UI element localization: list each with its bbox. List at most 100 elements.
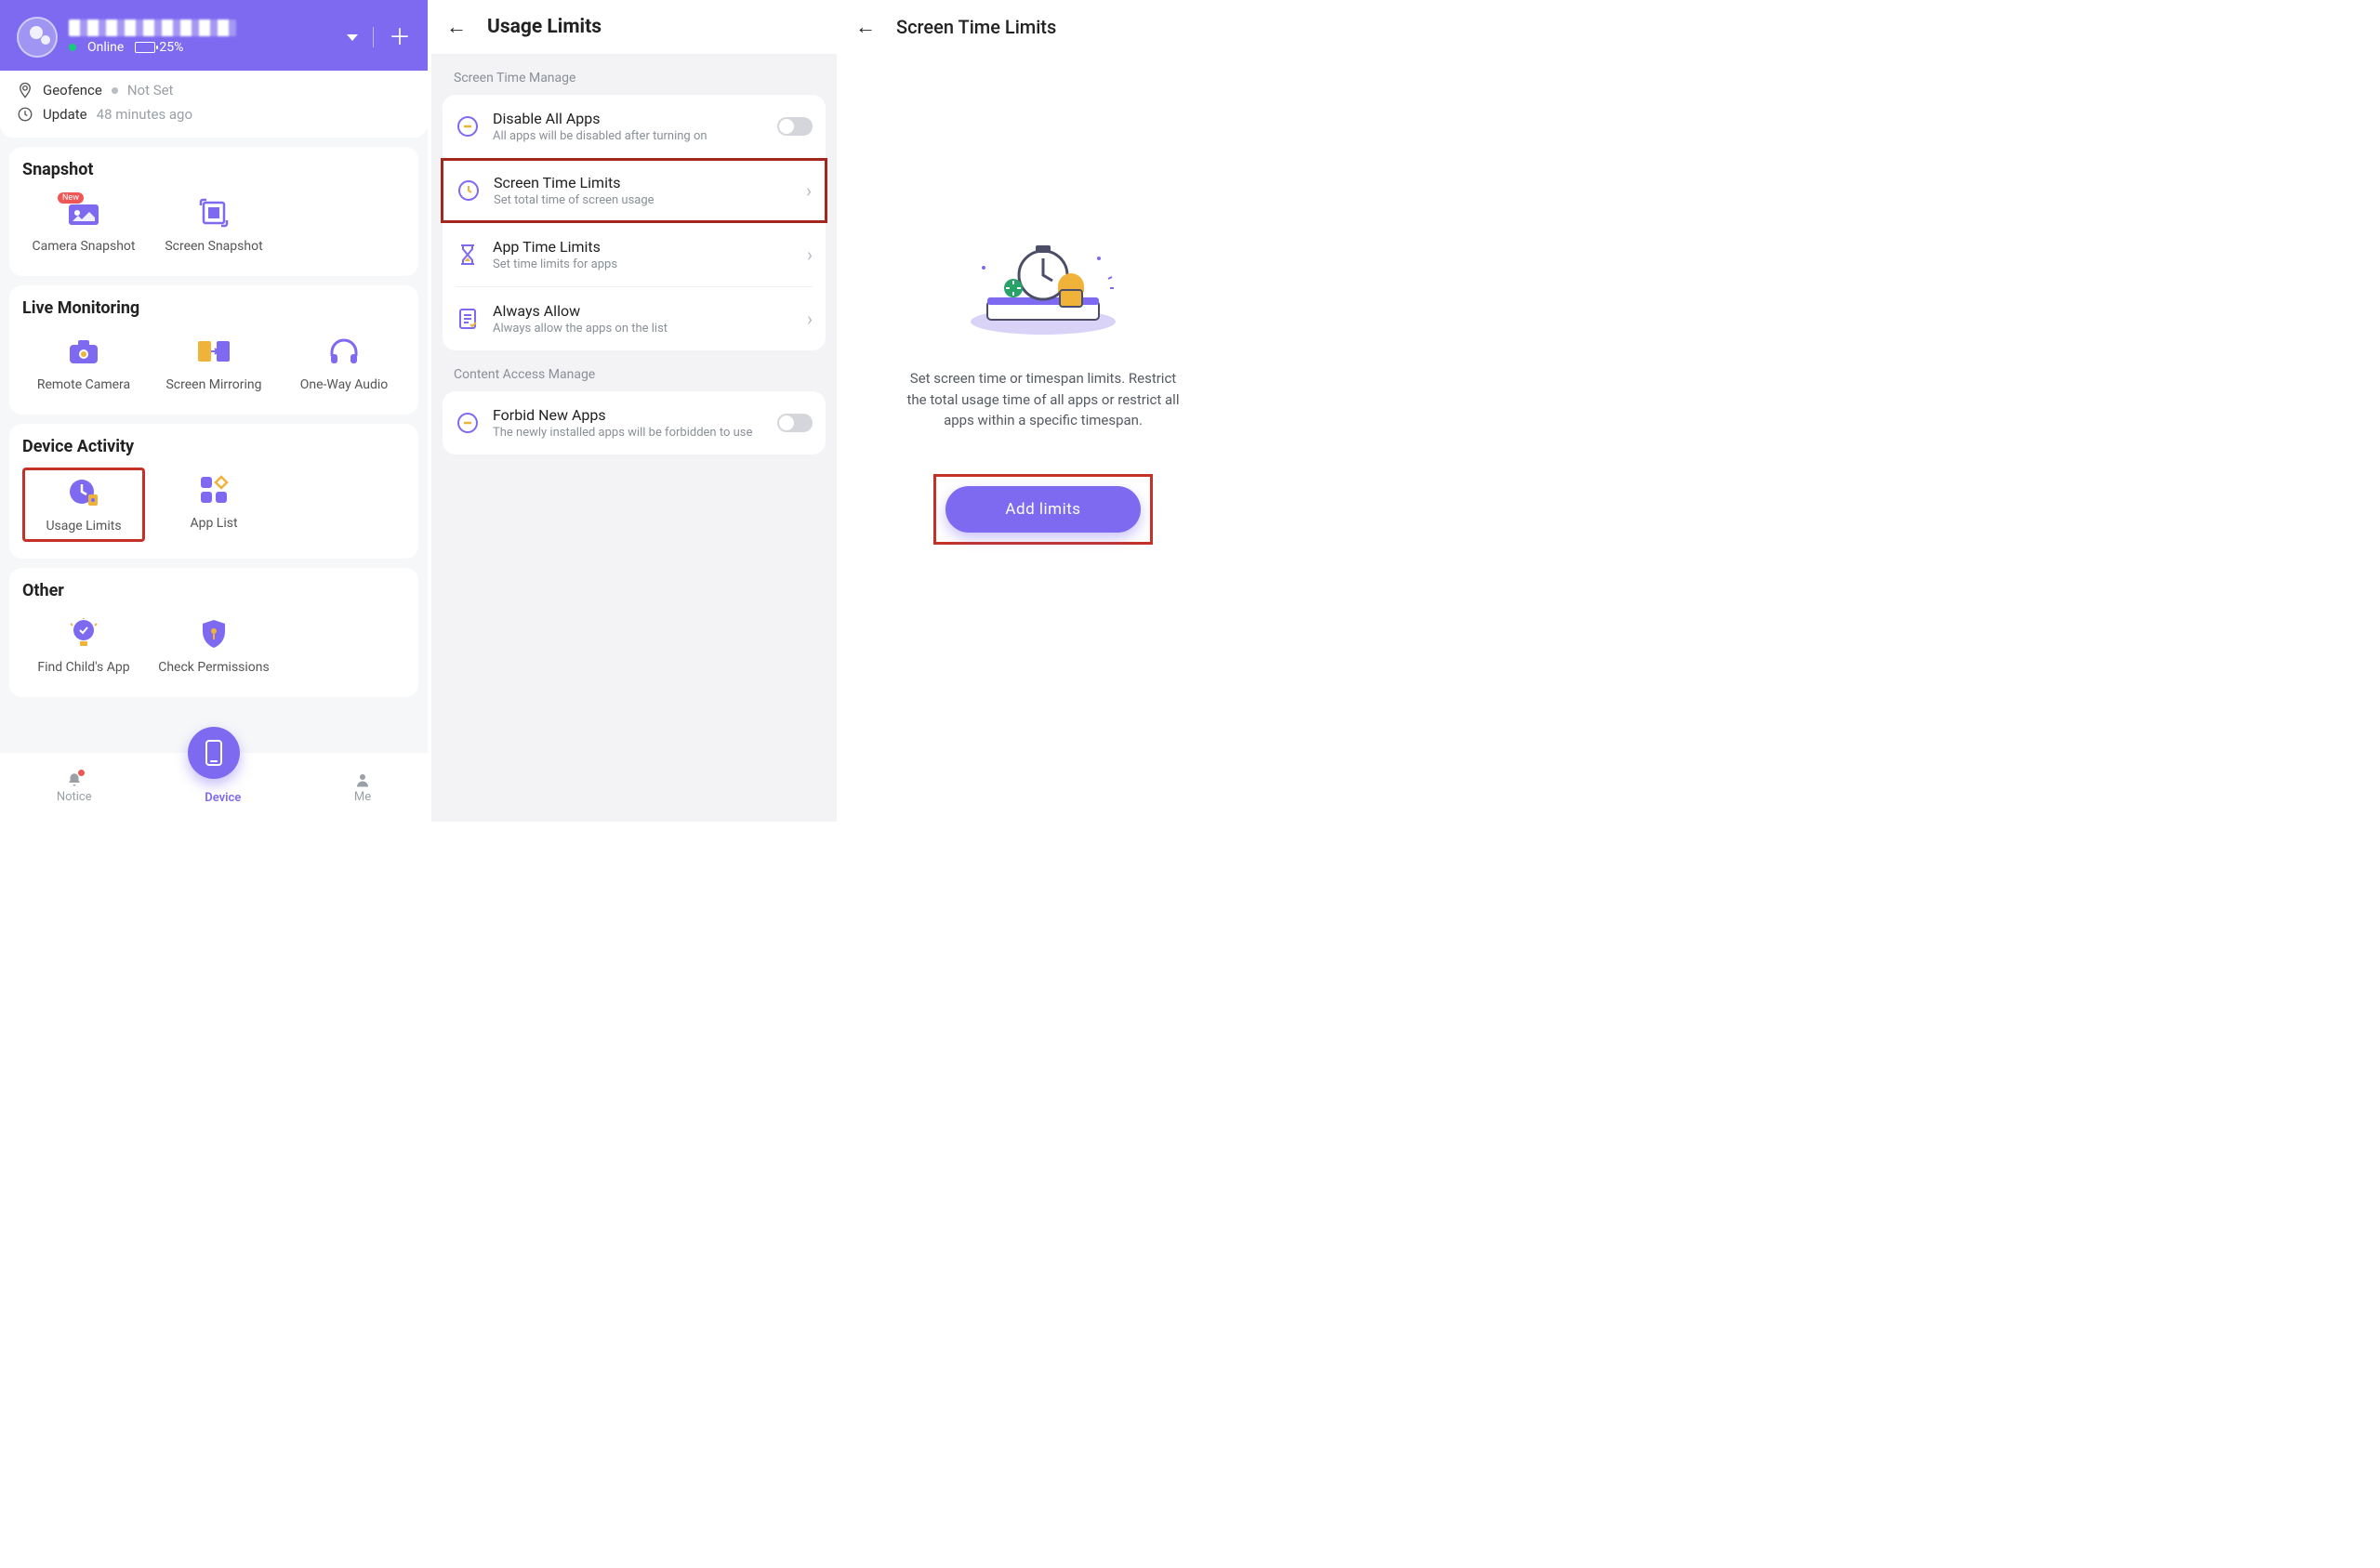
mirroring-icon — [195, 335, 232, 368]
other-card: Other Find Child's App Check Permissions — [9, 568, 418, 697]
live-card: Live Monitoring Remote Camera Screen Mir… — [9, 285, 418, 415]
avatar — [17, 17, 58, 58]
battery-indicator: 25% — [135, 40, 183, 55]
nav-device[interactable]: Device — [205, 771, 241, 805]
other-title: Other — [22, 581, 405, 600]
chevron-right-icon: › — [807, 308, 813, 330]
disable-all-apps-title: Disable All Apps — [493, 110, 764, 127]
snapshot-card: Snapshot New Camera Snapshot Screen Snap… — [9, 147, 418, 276]
always-allow-row[interactable]: Always Allow Always allow the apps on th… — [456, 286, 813, 350]
section-content-access-manage: Content Access Manage — [431, 350, 837, 391]
one-way-audio-tile[interactable]: One-Way Audio — [283, 329, 405, 398]
usage-limits-title: Usage Limits — [487, 16, 602, 38]
device-panel: Online 25% ＋ Geofence Not Set — [0, 0, 431, 822]
geofence-status: Not Set — [127, 82, 174, 99]
online-dot-icon — [69, 44, 76, 51]
empty-state-description: Set screen time or timespan limits. Rest… — [866, 368, 1220, 431]
camera-snapshot-tile[interactable]: New Camera Snapshot — [22, 191, 145, 259]
usage-limits-header: ← Usage Limits — [431, 0, 837, 54]
bottom-nav: Notice Device Me — [0, 753, 428, 822]
device-header: Online 25% ＋ — [0, 0, 428, 71]
chevron-right-icon: › — [806, 179, 812, 202]
add-limits-highlight: Add limits — [933, 474, 1153, 545]
always-allow-sub: Always allow the apps on the list — [493, 322, 794, 336]
nav-me[interactable]: Me — [354, 771, 371, 804]
headphones-icon — [325, 335, 363, 368]
geofence-row[interactable]: Geofence Not Set — [17, 78, 411, 102]
battery-icon — [135, 42, 155, 53]
activity-card: Device Activity Usage Limits App List — [9, 424, 418, 559]
divider — [373, 27, 374, 47]
update-row[interactable]: Update 48 minutes ago — [17, 102, 411, 126]
hourglass-icon — [456, 243, 480, 267]
add-device-button[interactable]: ＋ — [389, 26, 411, 48]
section-screen-time-manage: Screen Time Manage — [431, 54, 837, 95]
usage-limits-icon — [65, 476, 102, 509]
app-list-icon — [195, 473, 232, 507]
screen-time-limits-highlight: Screen Time Limits Set total time of scr… — [441, 158, 827, 223]
activity-title: Device Activity — [22, 437, 405, 456]
nav-notice[interactable]: Notice — [57, 771, 92, 804]
device-name-redacted — [69, 20, 236, 36]
screen-time-limits-page-title: Screen Time Limits — [896, 16, 1056, 38]
screen-time-limits-row[interactable]: Screen Time Limits Set total time of scr… — [443, 161, 825, 220]
screen-mirroring-tile[interactable]: Screen Mirroring — [152, 329, 275, 398]
app-list-tile[interactable]: App List — [152, 468, 275, 542]
app-time-limits-title: App Time Limits — [493, 238, 794, 256]
disable-all-apps-row[interactable]: Disable All Apps All apps will be disabl… — [443, 95, 826, 158]
nav-notice-label: Notice — [57, 790, 92, 804]
person-icon — [354, 771, 371, 788]
remote-camera-tile[interactable]: Remote Camera — [22, 329, 145, 398]
battery-percent: 25% — [159, 40, 183, 55]
forbid-new-apps-title: Forbid New Apps — [493, 406, 764, 424]
device-info-rows: Geofence Not Set Update 48 minutes ago — [0, 71, 428, 138]
screen-time-manage-card: Disable All Apps All apps will be disabl… — [443, 95, 826, 158]
clock-icon — [17, 106, 33, 123]
find-childs-app-label: Find Child's App — [37, 660, 129, 675]
screen-time-manage-card-bottom: App Time Limits Set time limits for apps… — [443, 223, 826, 350]
add-limits-label: Add limits — [1005, 500, 1080, 519]
profile-summary[interactable]: Online 25% — [17, 17, 236, 58]
forbidden-clock-icon — [456, 114, 480, 138]
shield-icon — [195, 617, 232, 651]
chevron-right-icon: › — [807, 244, 813, 266]
clock-icon — [456, 178, 481, 203]
disable-all-apps-toggle[interactable] — [777, 117, 813, 136]
check-permissions-tile[interactable]: Check Permissions — [152, 612, 275, 680]
always-allow-title: Always Allow — [493, 302, 794, 320]
camera-snapshot-icon: New — [65, 196, 102, 230]
disable-all-apps-sub: All apps will be disabled after turning … — [493, 129, 764, 143]
forbid-new-apps-toggle[interactable] — [777, 414, 813, 432]
geofence-label: Geofence — [43, 82, 102, 99]
add-limits-button[interactable]: Add limits — [945, 486, 1141, 533]
chevron-down-icon[interactable] — [347, 34, 358, 41]
app-time-limits-row[interactable]: App Time Limits Set time limits for apps… — [443, 223, 826, 286]
screen-mirroring-label: Screen Mirroring — [165, 377, 261, 392]
phone-icon — [205, 740, 222, 766]
list-check-icon — [456, 307, 480, 331]
back-button[interactable]: ← — [855, 15, 876, 39]
bell-icon — [66, 771, 83, 788]
empty-state-illustration — [950, 231, 1136, 342]
screen-time-limits-header: ← Screen Time Limits — [840, 0, 1246, 54]
forbidden-clock-icon — [456, 411, 480, 435]
screen-time-limits-sub: Set total time of screen usage — [494, 193, 793, 207]
back-button[interactable]: ← — [446, 15, 467, 39]
find-childs-app-tile[interactable]: Find Child's App — [22, 612, 145, 680]
screen-snapshot-icon — [195, 196, 232, 230]
update-value: 48 minutes ago — [97, 106, 192, 123]
screen-snapshot-label: Screen Snapshot — [165, 239, 262, 254]
forbid-new-apps-sub: The newly installed apps will be forbidd… — [493, 426, 764, 440]
remote-camera-label: Remote Camera — [37, 377, 130, 392]
content-access-card: Forbid New Apps The newly installed apps… — [443, 391, 826, 455]
check-permissions-label: Check Permissions — [158, 660, 270, 675]
notification-dot-icon — [78, 770, 85, 776]
screen-snapshot-tile[interactable]: Screen Snapshot — [152, 191, 275, 259]
lightbulb-icon — [65, 617, 102, 651]
usage-limits-tile[interactable]: Usage Limits — [22, 468, 145, 542]
live-title: Live Monitoring — [22, 298, 405, 318]
usage-limits-panel: ← Usage Limits Screen Time Manage Disabl… — [431, 0, 840, 822]
nav-device-label: Device — [205, 791, 241, 805]
dot-icon — [112, 87, 118, 94]
forbid-new-apps-row[interactable]: Forbid New Apps The newly installed apps… — [443, 391, 826, 455]
